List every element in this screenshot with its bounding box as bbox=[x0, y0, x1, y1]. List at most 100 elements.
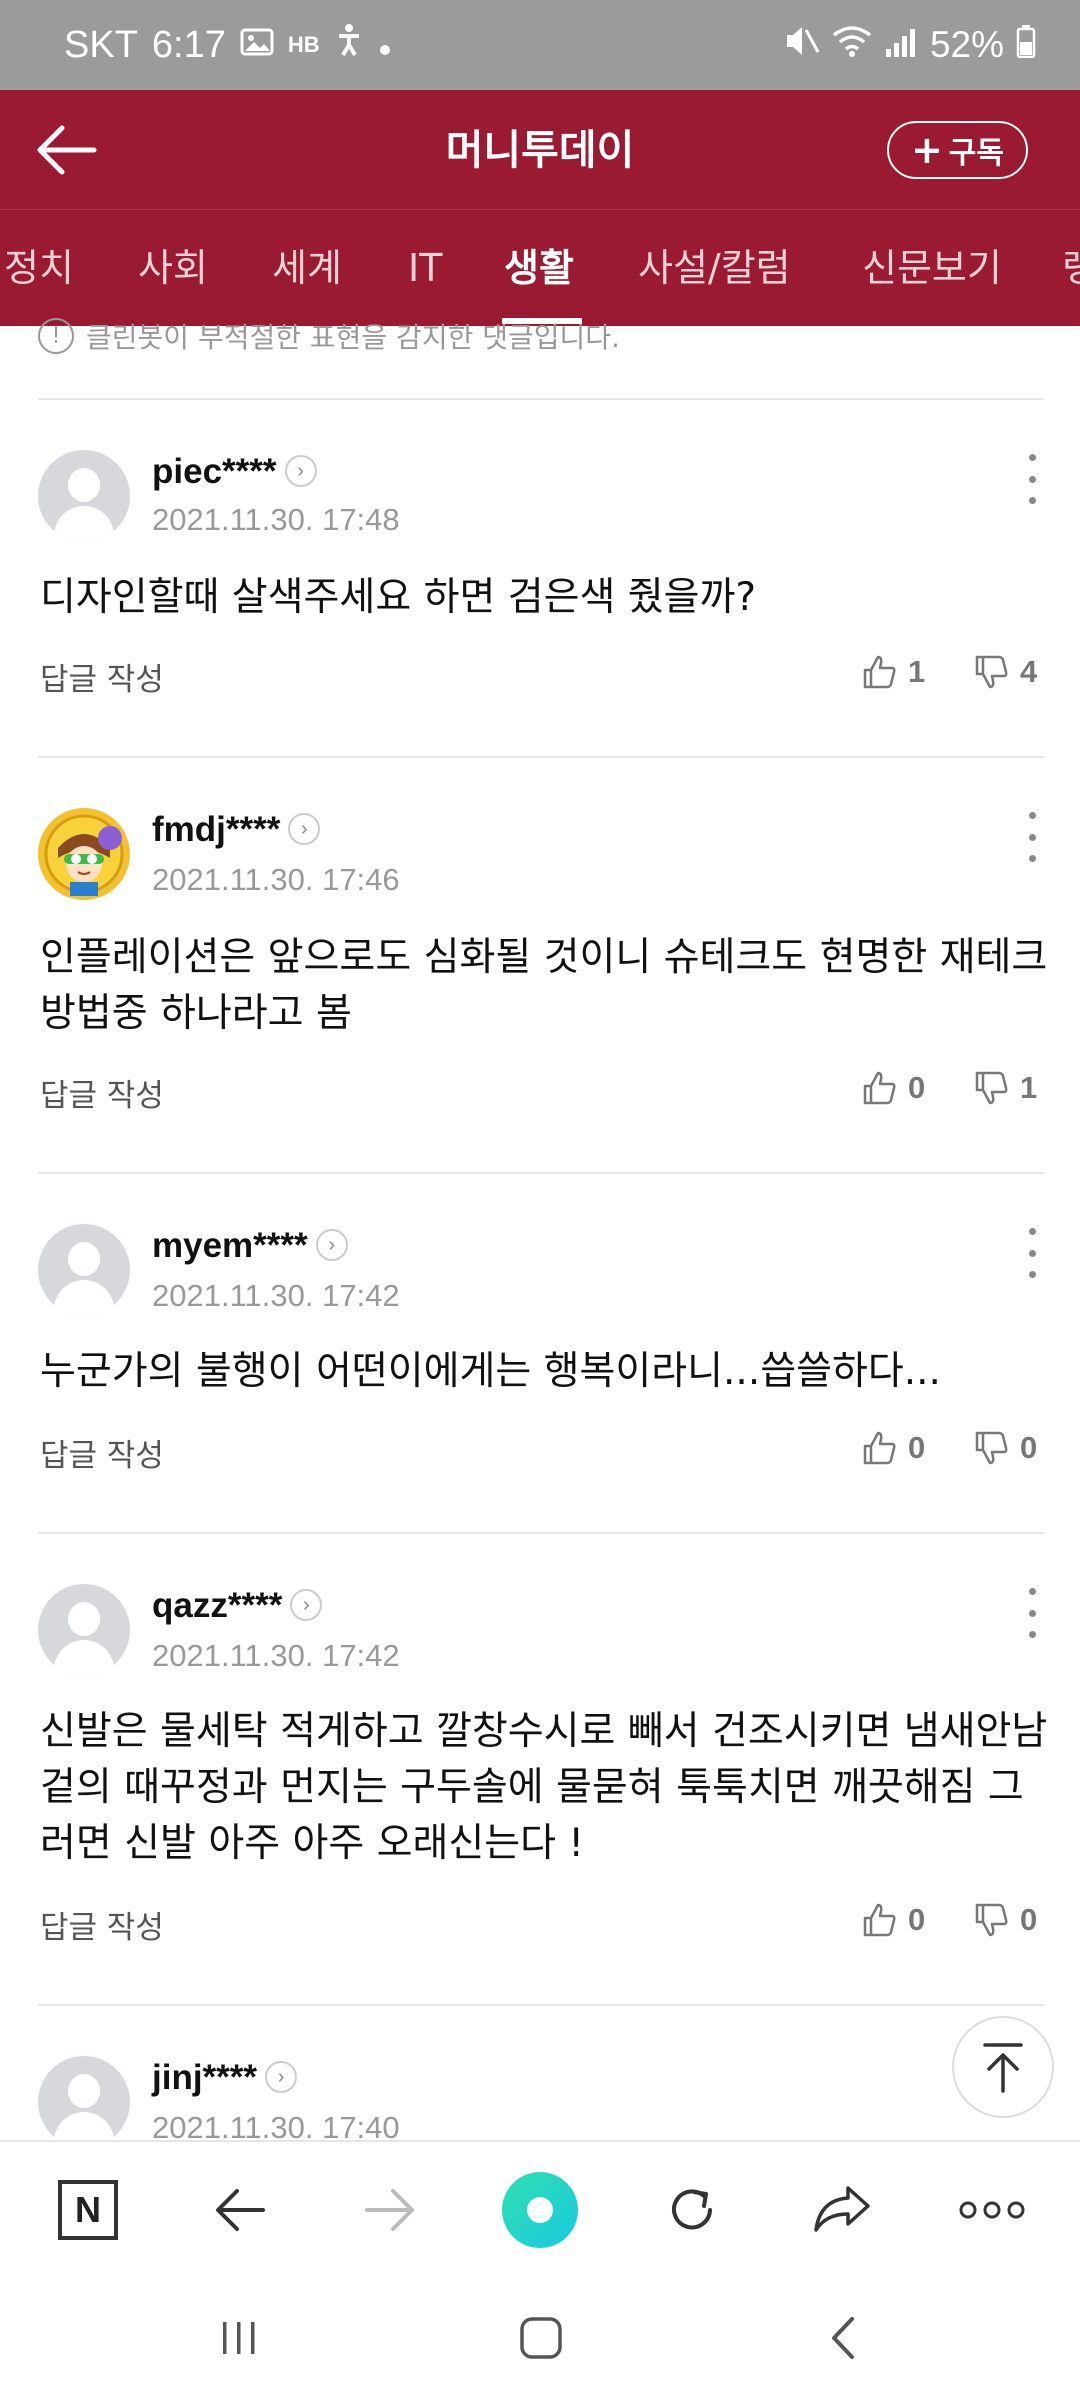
signal-icon bbox=[884, 24, 918, 66]
divider bbox=[38, 1172, 1044, 1174]
tab-world[interactable]: 세계 bbox=[272, 210, 342, 326]
avatar[interactable] bbox=[38, 808, 130, 900]
system-navigation-bar bbox=[0, 2276, 1080, 2400]
hb-indicator: HB bbox=[287, 32, 320, 57]
comment-text: 디자인할때 살색주세요 하면 검은색 줬을까? bbox=[40, 575, 757, 620]
carrier-label: SKT bbox=[64, 23, 138, 66]
accessibility-icon bbox=[334, 23, 364, 67]
more-options-icon[interactable] bbox=[1020, 1588, 1044, 1638]
forward-arrow-icon bbox=[365, 2189, 414, 2231]
dislike-button[interactable]: 0 bbox=[974, 1430, 1037, 1466]
subscribe-label: 구독 bbox=[948, 136, 1004, 171]
scroll-to-top-button[interactable] bbox=[952, 2016, 1054, 2118]
thumbs-up-icon bbox=[863, 1903, 896, 1937]
chevron-right-icon: › bbox=[265, 2060, 298, 2093]
browser-back-button[interactable] bbox=[200, 2170, 280, 2250]
recent-apps-button[interactable] bbox=[204, 2308, 274, 2368]
thumbs-up-icon bbox=[863, 1431, 896, 1465]
more-options-icon[interactable] bbox=[1020, 454, 1044, 504]
reply-button[interactable]: 답글 작성 bbox=[40, 654, 164, 699]
home-letter: N bbox=[75, 2189, 101, 2230]
more-menu-button[interactable] bbox=[952, 2170, 1032, 2250]
dislike-button[interactable]: 1 bbox=[974, 1070, 1037, 1106]
thumbs-up-icon bbox=[863, 655, 896, 689]
back-arrow-icon bbox=[216, 2189, 265, 2231]
tab-it[interactable]: IT bbox=[408, 210, 442, 326]
dislike-count: 4 bbox=[1020, 654, 1038, 689]
like-button[interactable]: 1 bbox=[862, 654, 925, 690]
battery-icon bbox=[1016, 24, 1036, 67]
like-button[interactable]: 0 bbox=[862, 1430, 925, 1466]
status-right: 52% bbox=[784, 0, 1036, 90]
tab-life[interactable]: 생활 bbox=[504, 210, 574, 326]
subscribe-button[interactable]: + 구독 bbox=[886, 121, 1028, 179]
more-options-icon[interactable] bbox=[1020, 812, 1044, 862]
tab-editorial[interactable]: 사설/칼럼 bbox=[638, 210, 791, 326]
comment-username[interactable]: qazz**** › bbox=[152, 1586, 323, 1626]
back-arrow-icon bbox=[37, 125, 97, 175]
divider bbox=[38, 398, 1044, 400]
thumbs-down-icon bbox=[975, 1903, 1008, 1937]
chevron-right-icon: › bbox=[290, 1588, 323, 1621]
reply-button[interactable]: 답글 작성 bbox=[40, 1902, 164, 1947]
like-button[interactable]: 0 bbox=[862, 1070, 925, 1106]
avatar[interactable] bbox=[38, 1584, 130, 1676]
like-count: 0 bbox=[908, 1070, 926, 1105]
dislike-button[interactable]: 4 bbox=[974, 654, 1037, 690]
refresh-icon bbox=[672, 2189, 712, 2230]
reply-button[interactable]: 답글 작성 bbox=[40, 1430, 164, 1475]
refresh-button[interactable] bbox=[652, 2170, 732, 2250]
dislike-count: 1 bbox=[1020, 1070, 1038, 1105]
share-button[interactable] bbox=[802, 2170, 882, 2250]
notice-text: 클린봇이 부적절한 표현을 감지한 댓글입니다. bbox=[86, 321, 620, 354]
green-dot-button[interactable] bbox=[500, 2170, 580, 2250]
comment-timestamp: 2021.11.30. 17:48 bbox=[152, 502, 400, 537]
divider bbox=[38, 756, 1044, 758]
info-icon: ! bbox=[38, 318, 74, 354]
tab-society[interactable]: 사회 bbox=[138, 210, 208, 326]
more-options-icon[interactable] bbox=[1020, 1228, 1044, 1278]
dislike-button[interactable]: 0 bbox=[974, 1902, 1037, 1938]
battery-percent: 52% bbox=[929, 24, 1004, 65]
status-left: SKT 6:17 HB bbox=[64, 0, 392, 90]
comment-username[interactable]: piec**** › bbox=[152, 452, 317, 492]
divider bbox=[38, 2004, 1044, 2006]
like-button[interactable]: 0 bbox=[862, 1902, 925, 1938]
thumbs-up-icon bbox=[863, 1071, 896, 1105]
comment-username[interactable]: myem**** › bbox=[152, 1226, 348, 1266]
recent-apps-icon bbox=[223, 2322, 255, 2354]
chevron-right-icon: › bbox=[315, 1228, 348, 1261]
tab-newspaper[interactable]: 신문보기 bbox=[862, 210, 1002, 326]
like-count: 0 bbox=[908, 1902, 926, 1937]
comment-username[interactable]: jinj**** › bbox=[152, 2058, 298, 2098]
dislike-count: 0 bbox=[1020, 1430, 1038, 1465]
arrow-up-icon bbox=[983, 2043, 1023, 2093]
home-button[interactable] bbox=[506, 2308, 576, 2368]
comment-text: 인플레이션은 앞으로도 심화될 것이니 슈테크도 현명한 재테크 방법중 하나라… bbox=[40, 935, 1048, 1036]
character-avatar-icon bbox=[38, 808, 130, 900]
gallery-icon bbox=[240, 24, 274, 67]
browser-forward-button[interactable] bbox=[350, 2170, 430, 2250]
tab-ranking[interactable]: 랭 bbox=[1062, 210, 1080, 326]
thumbs-down-icon bbox=[975, 1431, 1008, 1465]
category-tabs: 정치 사회 세계 IT 생활 사설/칼럼 신문보기 랭 bbox=[0, 210, 1080, 326]
divider bbox=[38, 1532, 1044, 1534]
reply-button[interactable]: 답글 작성 bbox=[40, 1070, 164, 1115]
avatar[interactable] bbox=[38, 450, 130, 542]
like-count: 1 bbox=[908, 654, 926, 689]
more-icon bbox=[959, 2201, 1025, 2219]
back-button[interactable] bbox=[30, 116, 102, 184]
home-icon bbox=[520, 2317, 562, 2359]
system-back-button[interactable] bbox=[808, 2308, 878, 2368]
comment-username[interactable]: fmdj**** › bbox=[152, 810, 321, 850]
naver-home-button[interactable]: N bbox=[48, 2170, 128, 2250]
avatar[interactable] bbox=[38, 1224, 130, 1316]
thumbs-down-icon bbox=[975, 655, 1008, 689]
chevron-right-icon: › bbox=[288, 812, 321, 845]
like-count: 0 bbox=[908, 1430, 926, 1465]
tab-politics[interactable]: 정치 bbox=[4, 210, 74, 326]
app-header: 머니투데이 + 구독 bbox=[0, 90, 1080, 210]
browser-toolbar: N bbox=[0, 2140, 1080, 2276]
thumbs-down-icon bbox=[975, 1071, 1008, 1105]
avatar[interactable] bbox=[38, 2056, 130, 2148]
